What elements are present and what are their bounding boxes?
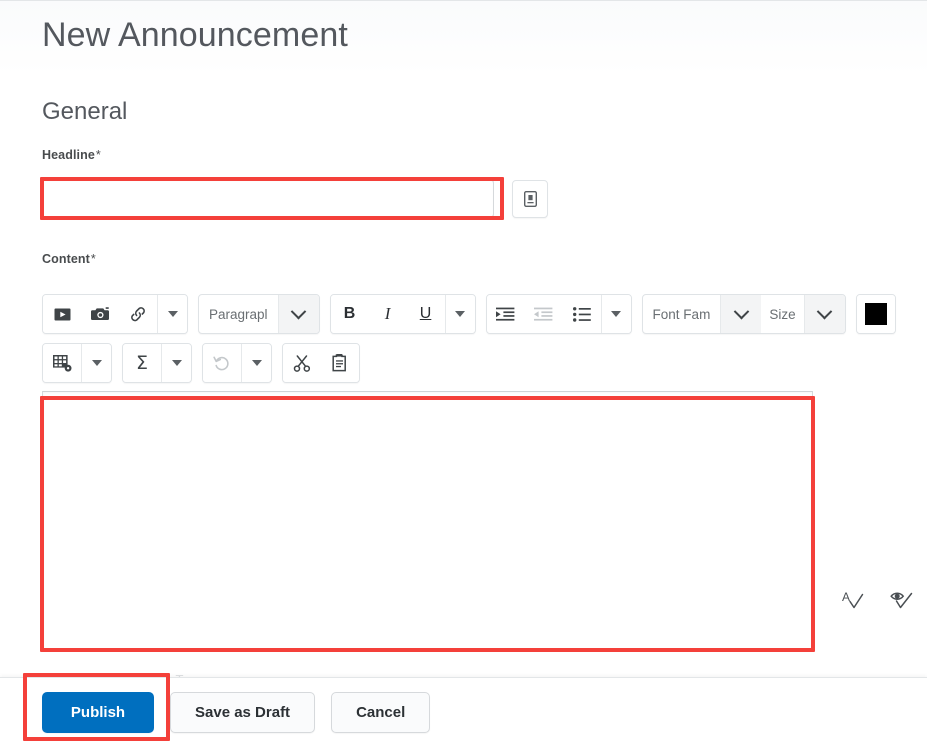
- bulleted-list-icon: [572, 306, 591, 322]
- font-family-chevron-button[interactable]: [720, 295, 762, 333]
- paragraph-format-group: Paragrapl: [198, 294, 320, 334]
- editor-toolbar-row-2: Σ: [42, 341, 360, 385]
- table-icon: [52, 354, 71, 372]
- bold-button[interactable]: B: [330, 295, 369, 333]
- chevron-down-icon: [167, 311, 178, 317]
- insert-image-button[interactable]: [81, 295, 119, 333]
- form-action-footer: Publish Save as Draft Cancel: [0, 677, 927, 747]
- decrease-indent-button[interactable]: [524, 295, 563, 333]
- paste-icon: [331, 354, 346, 372]
- content-required-marker: *: [90, 252, 96, 266]
- footer-button-row: Publish Save as Draft Cancel: [42, 692, 431, 733]
- text-style-more-button[interactable]: [444, 295, 475, 333]
- paste-button[interactable]: [321, 344, 359, 382]
- spell-check-icon: A: [842, 590, 864, 609]
- cancel-button[interactable]: Cancel: [331, 692, 431, 733]
- content-editor-body[interactable]: [42, 391, 813, 650]
- chevron-down-icon: [171, 360, 182, 366]
- chevron-down-icon: [251, 360, 262, 366]
- undo-button[interactable]: [203, 344, 241, 382]
- cut-button[interactable]: [283, 344, 321, 382]
- insert-media-icon: [54, 308, 70, 320]
- paragraph-format-chevron-button[interactable]: [277, 295, 319, 333]
- headline-label-text: Headline: [42, 148, 95, 162]
- paragraph-format-select[interactable]: Paragrapl: [199, 295, 278, 333]
- insert-image-icon: [90, 307, 109, 320]
- insert-link-icon: [130, 306, 145, 321]
- insert-more-button[interactable]: [157, 295, 187, 333]
- italic-button[interactable]: I: [368, 295, 407, 333]
- chevron-down-icon: [733, 303, 750, 319]
- spell-check-button[interactable]: A: [842, 589, 864, 616]
- chevron-down-icon: [611, 311, 622, 317]
- font-family-select[interactable]: Font Fam: [643, 295, 721, 333]
- color-group: [855, 294, 896, 334]
- headline-label: Headline*: [42, 148, 101, 162]
- accessibility-check-button[interactable]: [890, 589, 913, 616]
- underline-icon: U: [419, 305, 432, 322]
- underline-button[interactable]: U: [406, 295, 445, 333]
- page-title: New Announcement: [42, 16, 348, 54]
- editor-status-bar: A: [842, 589, 913, 616]
- equation-more-button[interactable]: [161, 344, 191, 382]
- equation-icon: Σ: [135, 352, 148, 374]
- font-group: Font Fam Size: [641, 294, 846, 334]
- text-color-button[interactable]: [856, 295, 895, 333]
- svg-text:A: A: [842, 590, 850, 604]
- font-size-chevron-button[interactable]: [803, 295, 845, 333]
- cut-icon: [293, 355, 311, 372]
- insert-media-button[interactable]: [43, 295, 81, 333]
- accessibility-check-icon: [890, 592, 913, 609]
- insert-link-button[interactable]: [119, 295, 157, 333]
- headline-required-marker: *: [95, 148, 101, 162]
- equation-button[interactable]: Σ: [123, 344, 161, 382]
- decrease-indent-icon: [534, 307, 553, 321]
- html-editor: Paragrapl B I U Font Fam Size Σ A: [42, 289, 927, 653]
- bold-icon: B: [343, 305, 356, 322]
- section-heading-general: General: [42, 98, 128, 125]
- equation-group: Σ: [122, 343, 192, 383]
- table-more-button[interactable]: [81, 344, 111, 382]
- new-announcement-page: New Announcement General Headline* Conte…: [0, 0, 927, 747]
- undo-icon: [213, 356, 229, 371]
- content-label-text: Content: [42, 252, 90, 266]
- undo-more-button[interactable]: [241, 344, 271, 382]
- insert-group: [42, 294, 188, 334]
- insert-quicklink-button[interactable]: [512, 180, 548, 218]
- insert-quicklink-icon: [523, 191, 537, 207]
- save-as-draft-button[interactable]: Save as Draft: [170, 692, 316, 733]
- list-indent-group: [485, 294, 632, 334]
- chevron-down-icon: [816, 303, 833, 319]
- publish-button[interactable]: Publish: [42, 692, 154, 733]
- editor-toolbar-row-1: Paragrapl B I U Font Fam Size: [42, 292, 896, 336]
- chevron-down-icon: [91, 360, 102, 366]
- undo-group: [202, 343, 272, 383]
- text-style-group: B I U: [329, 294, 476, 334]
- headline-input[interactable]: [42, 179, 494, 218]
- table-group: [42, 343, 112, 383]
- chevron-down-icon: [455, 311, 466, 317]
- italic-icon: I: [384, 304, 391, 323]
- increase-indent-button[interactable]: [486, 295, 525, 333]
- bulleted-list-button[interactable]: [562, 295, 601, 333]
- chevron-down-icon: [290, 303, 307, 319]
- content-label: Content*: [42, 252, 96, 266]
- list-more-button[interactable]: [600, 295, 631, 333]
- increase-indent-icon: [496, 307, 515, 321]
- font-size-select[interactable]: Size: [761, 295, 803, 333]
- text-color-icon: [864, 303, 887, 325]
- clipboard-group: [282, 343, 360, 383]
- table-button[interactable]: [43, 344, 81, 382]
